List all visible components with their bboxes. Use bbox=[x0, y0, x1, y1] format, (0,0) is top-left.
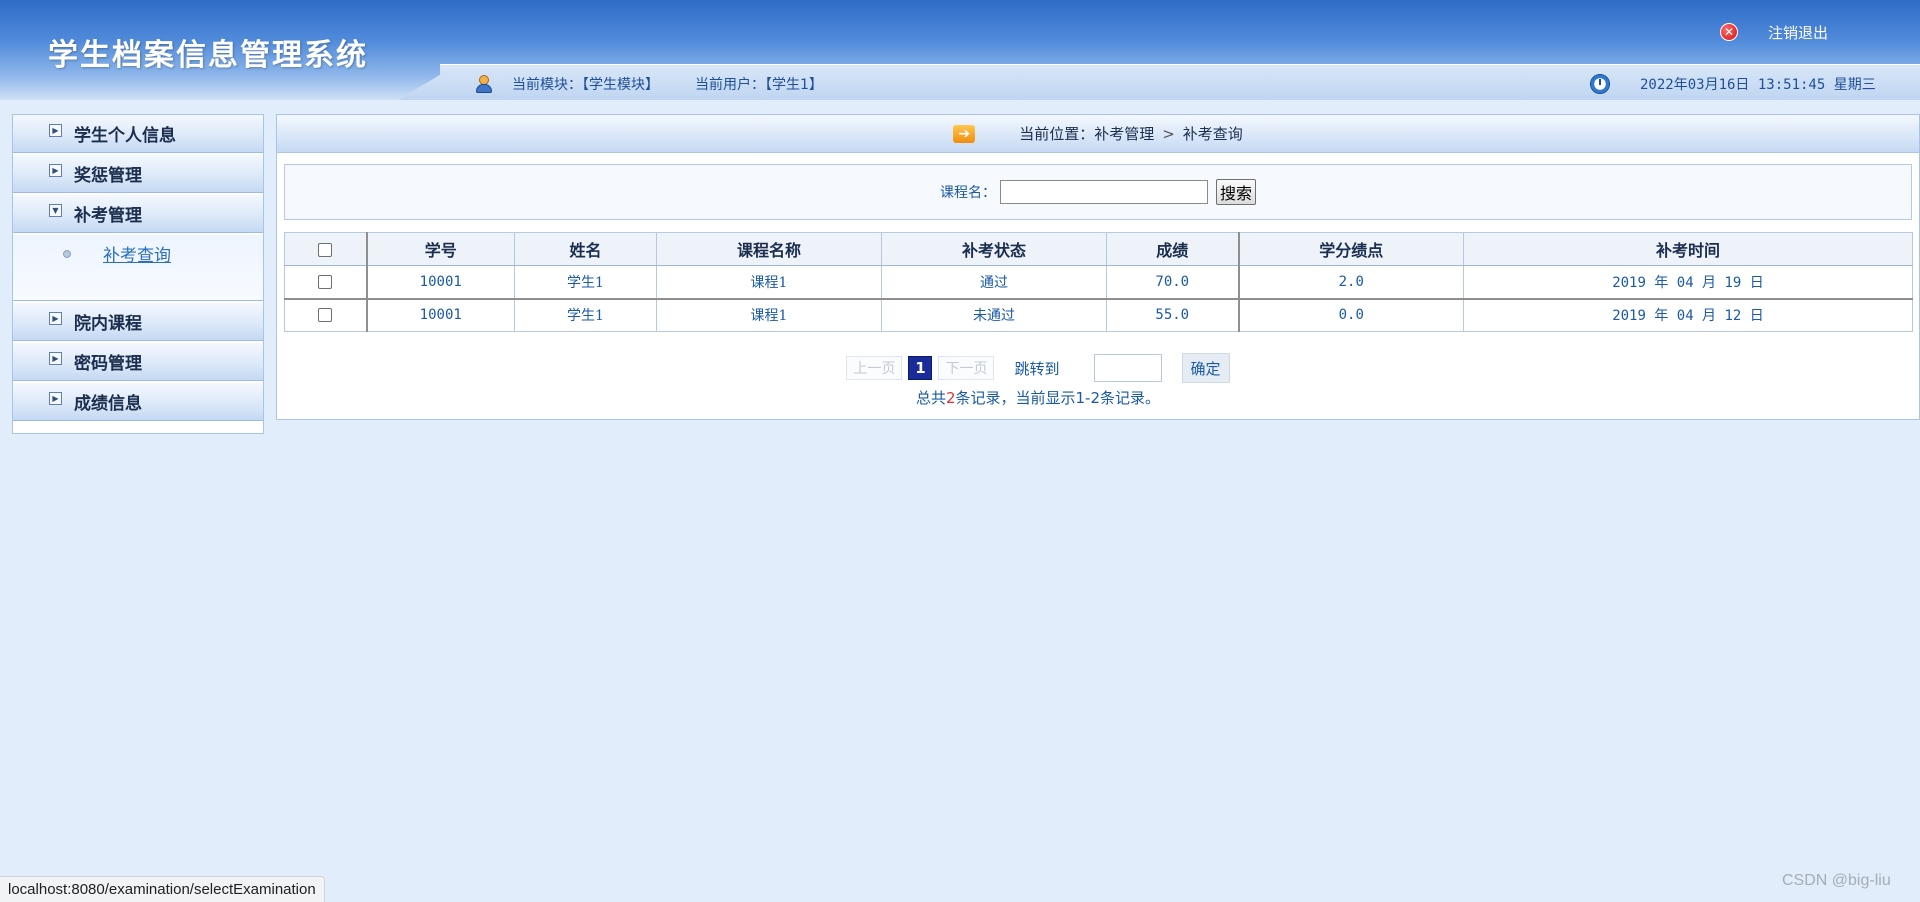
jump-page-input[interactable] bbox=[1093, 354, 1162, 382]
summary-count: 2 bbox=[945, 389, 956, 407]
col-name: 姓名 bbox=[514, 232, 657, 266]
cell-date: 2019 年 04 月 12 日 bbox=[1463, 297, 1913, 332]
sidebar-item-label: 奖惩管理 bbox=[74, 166, 142, 186]
sidebar-item-grades[interactable]: ▶ 成绩信息 bbox=[13, 383, 263, 421]
makeup-submenu: 补考查询 bbox=[13, 235, 263, 301]
logout-label[interactable]: 注销退出 bbox=[1768, 22, 1828, 43]
row-checkbox[interactable] bbox=[318, 308, 333, 323]
breadcrumb-prefix: 当前位置： bbox=[1019, 125, 1095, 143]
cell-student-id: 10001 bbox=[366, 265, 515, 299]
search-form: 课程名： 搜索 bbox=[284, 164, 1912, 220]
makeup-table: 学号 姓名 课程名称 补考状态 成绩 学分绩点 补考时间 10001 学生1 课… bbox=[284, 232, 1913, 332]
breadcrumb-part1: 补考管理 bbox=[1094, 125, 1155, 143]
expand-icon: ▶ bbox=[49, 392, 62, 405]
col-gpa: 学分绩点 bbox=[1238, 232, 1464, 266]
collapse-icon: ▼ bbox=[49, 204, 62, 217]
sidebar-item-label: 密码管理 bbox=[74, 354, 142, 374]
row-checkbox[interactable] bbox=[318, 274, 333, 289]
sidebar-item-courses[interactable]: ▶ 院内课程 bbox=[13, 303, 263, 341]
expand-icon: ▶ bbox=[49, 164, 62, 177]
sidebar-item-label: 院内课程 bbox=[74, 314, 142, 334]
sidebar-item-rewards[interactable]: ▶ 奖惩管理 bbox=[13, 155, 263, 193]
current-module: 当前模块：【学生模块】 bbox=[512, 77, 659, 93]
user-icon bbox=[474, 74, 494, 94]
breadcrumb-separator: > bbox=[1162, 124, 1175, 143]
table-row: 10001 学生1 课程1 通过 70.0 2.0 2019 年 04 月 19… bbox=[284, 265, 1913, 299]
clock-icon bbox=[1590, 74, 1610, 94]
bullet-icon bbox=[63, 249, 71, 258]
cell-gpa: 0.0 bbox=[1238, 297, 1464, 332]
breadcrumb-part2: 补考查询 bbox=[1182, 125, 1243, 143]
table-row: 10001 学生1 课程1 未通过 55.0 0.0 2019 年 04 月 1… bbox=[284, 297, 1913, 332]
cell-gpa: 2.0 bbox=[1238, 265, 1464, 299]
search-button[interactable]: 搜索 bbox=[1215, 179, 1256, 205]
arrow-right-icon: ➔ bbox=[953, 124, 976, 143]
cell-name: 学生1 bbox=[514, 265, 657, 299]
logout-link[interactable]: ✕ 注销退出 bbox=[1720, 20, 1828, 44]
session-info: 当前模块：【学生模块】 当前用户：【学生1】 bbox=[474, 72, 823, 96]
col-date: 补考时间 bbox=[1463, 232, 1913, 266]
watermark: CSDN @big-liu bbox=[1782, 872, 1891, 889]
sidebar-item-student-info[interactable]: ▶ 学生个人信息 bbox=[13, 115, 263, 153]
sidebar-item-label: 学生个人信息 bbox=[74, 126, 176, 146]
datetime-text: 2022年03月16日 13:51:45 星期三 bbox=[1640, 77, 1876, 93]
cell-course-name: 课程1 bbox=[656, 265, 882, 299]
sidebar-subitem-makeup-query[interactable]: 补考查询 bbox=[49, 241, 263, 266]
cell-status: 通过 bbox=[881, 265, 1107, 299]
browser-status-url: localhost:8080/examination/selectExamina… bbox=[0, 876, 325, 902]
cell-date: 2019 年 04 月 19 日 bbox=[1463, 265, 1913, 299]
cell-student-id: 10001 bbox=[366, 297, 515, 332]
pagination: 上一页 1 下一页 跳转到 确定 bbox=[277, 353, 1919, 383]
row-select-cell bbox=[284, 297, 368, 332]
col-student-id: 学号 bbox=[366, 232, 515, 266]
next-page-button[interactable]: 下一页 bbox=[938, 356, 995, 380]
col-status: 补考状态 bbox=[881, 232, 1107, 266]
cell-score: 55.0 bbox=[1106, 297, 1240, 332]
summary-suffix: 条记录，当前显示1-2条记录。 bbox=[955, 389, 1161, 407]
expand-icon: ▶ bbox=[49, 312, 62, 325]
sidebar-item-password[interactable]: ▶ 密码管理 bbox=[13, 343, 263, 381]
confirm-button[interactable]: 确定 bbox=[1181, 353, 1230, 383]
jump-label: 跳转到 bbox=[1014, 359, 1060, 378]
course-name-label: 课程名： bbox=[939, 185, 996, 201]
current-user: 当前用户：【学生1】 bbox=[695, 77, 823, 93]
app-header: 学生档案信息管理系统 ✕ 注销退出 当前模块：【学生模块】 当前用户：【学生1】… bbox=[0, 0, 1920, 100]
col-course-name: 课程名称 bbox=[656, 232, 882, 266]
cell-course-name: 课程1 bbox=[656, 297, 882, 332]
sidebar-item-makeup[interactable]: ▼ 补考管理 bbox=[13, 195, 263, 233]
breadcrumb: ➔ 当前位置： 补考管理 > 补考查询 bbox=[277, 115, 1919, 153]
main-panel: ➔ 当前位置： 补考管理 > 补考查询 课程名： 搜索 学号 姓名 课程名称 补… bbox=[276, 114, 1920, 420]
prev-page-button[interactable]: 上一页 bbox=[846, 356, 903, 380]
select-all-checkbox[interactable] bbox=[318, 243, 333, 257]
record-summary: 总共2条记录，当前显示1-2条记录。 bbox=[277, 387, 1919, 408]
expand-icon: ▶ bbox=[49, 124, 62, 137]
submenu-link[interactable]: 补考查询 bbox=[103, 241, 171, 266]
col-score: 成绩 bbox=[1106, 232, 1240, 266]
sidebar-item-label: 补考管理 bbox=[74, 206, 142, 226]
row-select-cell bbox=[284, 265, 368, 299]
cell-name: 学生1 bbox=[514, 297, 657, 332]
cell-status: 未通过 bbox=[881, 297, 1107, 332]
table-header-row: 学号 姓名 课程名称 补考状态 成绩 学分绩点 补考时间 bbox=[284, 232, 1913, 266]
app-title: 学生档案信息管理系统 bbox=[48, 38, 368, 73]
sidebar-item-label: 成绩信息 bbox=[74, 394, 142, 414]
select-all-cell bbox=[284, 232, 368, 266]
close-icon[interactable]: ✕ bbox=[1720, 23, 1738, 41]
summary-prefix: 总共 bbox=[915, 389, 946, 407]
cell-score: 70.0 bbox=[1106, 265, 1240, 299]
datetime-display: 2022年03月16日 13:51:45 星期三 bbox=[1590, 72, 1876, 96]
sidebar: ▶ 学生个人信息 ▶ 奖惩管理 ▼ 补考管理 补考查询 ▶ 院内课程 ▶ 密码管… bbox=[12, 114, 264, 434]
course-name-input[interactable] bbox=[999, 180, 1208, 204]
expand-icon: ▶ bbox=[49, 352, 62, 365]
current-page[interactable]: 1 bbox=[908, 356, 933, 380]
